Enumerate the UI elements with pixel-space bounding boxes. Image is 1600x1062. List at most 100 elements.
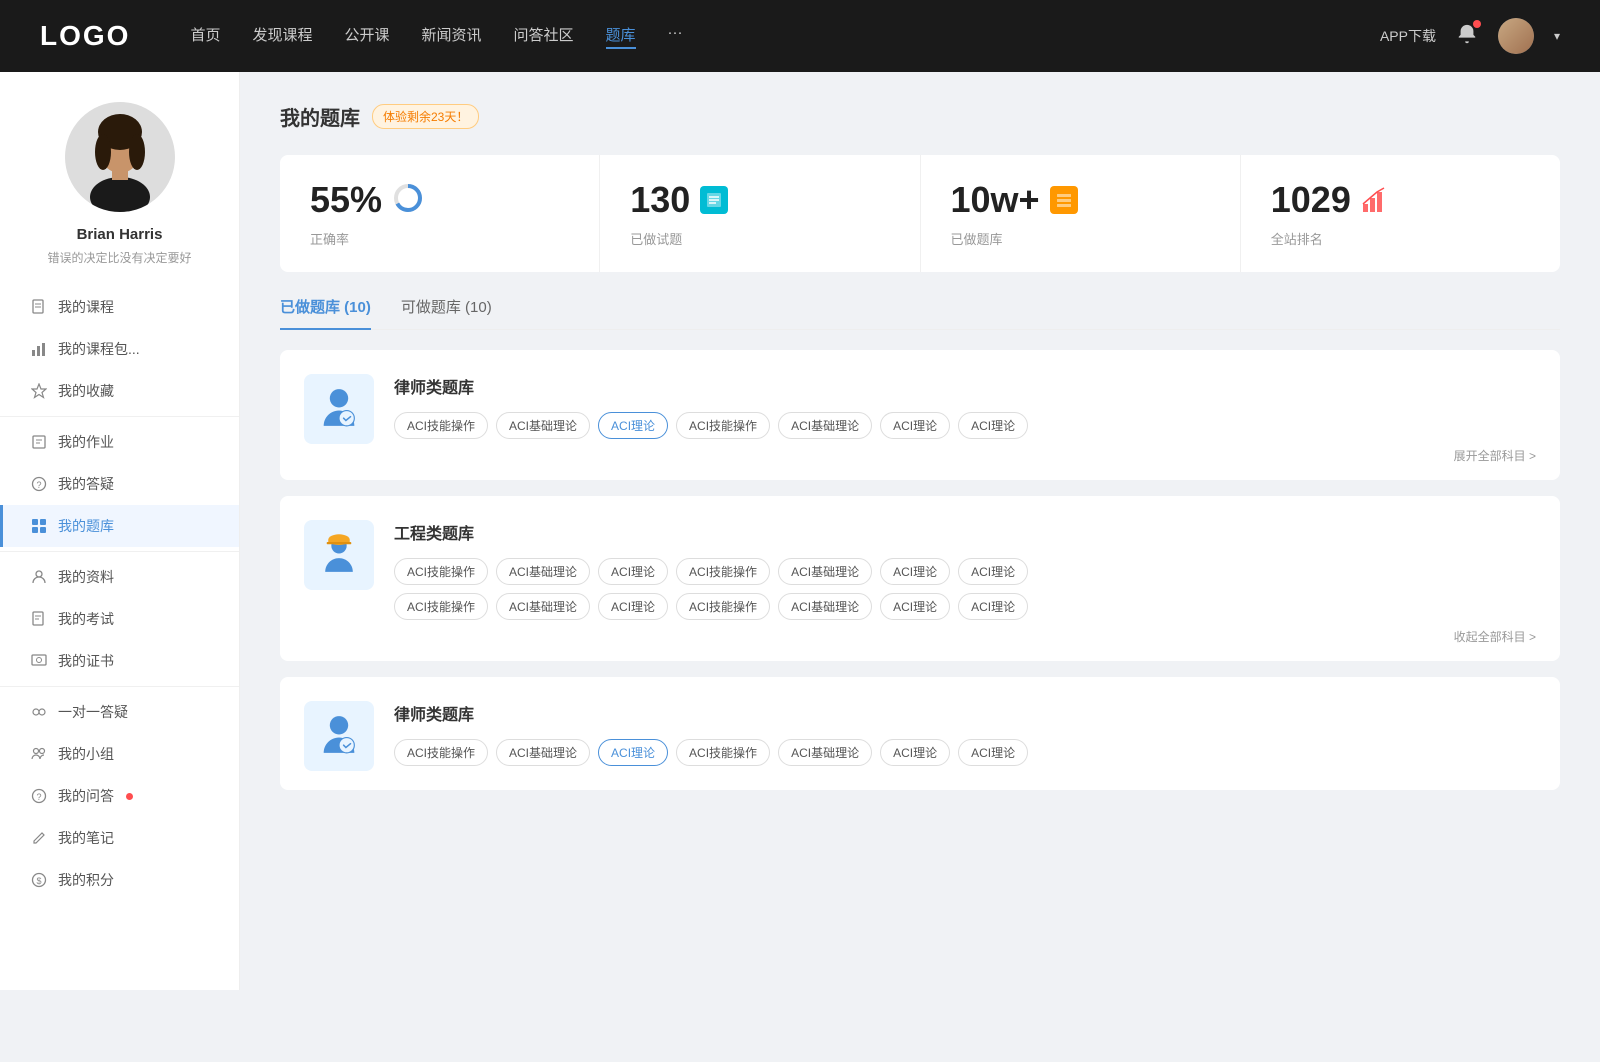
eng-tag2-1[interactable]: ACI技能操作 (394, 593, 488, 620)
avatar-portrait (65, 102, 175, 212)
donut-chart-icon (392, 182, 424, 219)
question-circle-icon: ? (30, 475, 48, 493)
navbar: LOGO 首页 发现课程 公开课 新闻资讯 问答社区 题库 ··· APP下载 … (0, 0, 1600, 72)
sidebar-label-myqa: 我的问答 (58, 786, 114, 806)
tab-available-banks[interactable]: 可做题库 (10) (401, 296, 492, 329)
eng-tag-5[interactable]: ACI基础理论 (778, 558, 872, 585)
sidebar-item-myqa[interactable]: ? 我的问答 (0, 775, 239, 817)
sidebar: Brian Harris 错误的决定比没有决定要好 我的课程 我的课程包... (0, 72, 240, 990)
nav-right: APP下载 ▾ (1380, 18, 1560, 54)
page-layout: Brian Harris 错误的决定比没有决定要好 我的课程 我的课程包... (0, 72, 1600, 990)
sidebar-item-1on1[interactable]: 一对一答疑 (0, 691, 239, 733)
sidebar-item-homework[interactable]: 我的作业 (0, 421, 239, 463)
sidebar-label-favorites: 我的收藏 (58, 381, 114, 401)
law2-tag-7[interactable]: ACI理论 (958, 739, 1028, 766)
sidebar-item-qbank[interactable]: 我的题库 (0, 505, 239, 547)
nav-news[interactable]: 新闻资讯 (422, 24, 482, 49)
sidebar-item-favorites[interactable]: 我的收藏 (0, 370, 239, 412)
person-icon (30, 568, 48, 586)
eng-tag2-5[interactable]: ACI基础理论 (778, 593, 872, 620)
law2-tag-1[interactable]: ACI技能操作 (394, 739, 488, 766)
sidebar-item-cert[interactable]: 我的证书 (0, 640, 239, 682)
sidebar-item-profile[interactable]: 我的资料 (0, 556, 239, 598)
stat-accuracy-top: 55% (310, 179, 569, 221)
file-icon (30, 298, 48, 316)
nav-home[interactable]: 首页 (190, 24, 220, 49)
nav-more[interactable]: ··· (668, 24, 683, 49)
lawyer-icon-2 (316, 713, 362, 759)
expand-link-engineer[interactable]: 收起全部科目 > (394, 628, 1536, 645)
law2-tag-5[interactable]: ACI基础理论 (778, 739, 872, 766)
qbank-title-engineer: 工程类题库 (394, 520, 1536, 544)
law2-tag-6[interactable]: ACI理论 (880, 739, 950, 766)
homework-icon (30, 433, 48, 451)
sidebar-label-cert: 我的证书 (58, 651, 114, 671)
logo: LOGO (40, 20, 130, 52)
eng-tag-6[interactable]: ACI理论 (880, 558, 950, 585)
nav-open-course[interactable]: 公开课 (344, 24, 389, 49)
eng-tag2-4[interactable]: ACI技能操作 (676, 593, 770, 620)
nav-qa[interactable]: 问答社区 (514, 24, 574, 49)
sidebar-item-course[interactable]: 我的课程 (0, 286, 239, 328)
eng-tag-2[interactable]: ACI基础理论 (496, 558, 590, 585)
stat-questions-value: 130 (630, 179, 690, 221)
law2-tag-2[interactable]: ACI基础理论 (496, 739, 590, 766)
sidebar-item-group[interactable]: 我的小组 (0, 733, 239, 775)
law2-tag-4[interactable]: ACI技能操作 (676, 739, 770, 766)
coin-icon: $ (30, 871, 48, 889)
avatar[interactable] (1498, 18, 1534, 54)
tab-done-banks[interactable]: 已做题库 (10) (280, 296, 371, 329)
tag-7[interactable]: ACI理论 (958, 412, 1028, 439)
stat-accuracy: 55% 正确率 (280, 155, 600, 272)
eng-tag2-2[interactable]: ACI基础理论 (496, 593, 590, 620)
expand-link-lawyer-1[interactable]: 展开全部科目 > (394, 447, 1536, 464)
chevron-down-icon[interactable]: ▾ (1554, 29, 1560, 43)
tag-1[interactable]: ACI技能操作 (394, 412, 488, 439)
sheet-icon (700, 186, 728, 214)
law2-tag-3-active[interactable]: ACI理论 (598, 739, 668, 766)
eng-tag2-3[interactable]: ACI理论 (598, 593, 668, 620)
stat-banks: 10w+ 已做题库 (921, 155, 1241, 272)
avatar-image (1498, 18, 1534, 54)
stat-rank-value: 1029 (1271, 179, 1351, 221)
star-icon (30, 382, 48, 400)
sidebar-item-exam[interactable]: 我的考试 (0, 598, 239, 640)
trial-badge: 体验剩余23天！ (372, 104, 479, 129)
sidebar-label-1on1: 一对一答疑 (58, 702, 128, 722)
tags-row-engineer-1: ACI技能操作 ACI基础理论 ACI理论 ACI技能操作 ACI基础理论 AC… (394, 558, 1536, 585)
qbank-body-lawyer-2: 律师类题库 ACI技能操作 ACI基础理论 ACI理论 ACI技能操作 ACI基… (394, 701, 1536, 774)
sidebar-item-notes[interactable]: 我的笔记 (0, 817, 239, 859)
eng-tag2-7[interactable]: ACI理论 (958, 593, 1028, 620)
sidebar-item-points[interactable]: $ 我的积分 (0, 859, 239, 901)
tag-6[interactable]: ACI理论 (880, 412, 950, 439)
svg-text:$: $ (36, 876, 41, 886)
page-title-row: 我的题库 体验剩余23天！ (280, 102, 1560, 131)
eng-tag-4[interactable]: ACI技能操作 (676, 558, 770, 585)
stat-questions-top: 130 (630, 179, 889, 221)
tag-5[interactable]: ACI基础理论 (778, 412, 872, 439)
stats-row: 55% 正确率 130 (280, 155, 1560, 272)
sidebar-item-coursepack[interactable]: 我的课程包... (0, 328, 239, 370)
sidebar-label-points: 我的积分 (58, 870, 114, 890)
cert-icon (30, 652, 48, 670)
myqa-badge (126, 793, 133, 800)
eng-tag-3[interactable]: ACI理论 (598, 558, 668, 585)
main-content: 我的题库 体验剩余23天！ 55% 正确率 (240, 72, 1600, 990)
qbank-title-lawyer-1: 律师类题库 (394, 374, 1536, 398)
notification-bell[interactable] (1456, 23, 1478, 50)
stat-accuracy-value: 55% (310, 179, 382, 221)
app-download-link[interactable]: APP下载 (1380, 26, 1436, 46)
nav-discover[interactable]: 发现课程 (252, 24, 312, 49)
tag-4[interactable]: ACI技能操作 (676, 412, 770, 439)
eng-tag-7[interactable]: ACI理论 (958, 558, 1028, 585)
eng-tag2-6[interactable]: ACI理论 (880, 593, 950, 620)
tag-3-active[interactable]: ACI理论 (598, 412, 668, 439)
eng-tag-1[interactable]: ACI技能操作 (394, 558, 488, 585)
sidebar-item-qa[interactable]: ? 我的答疑 (0, 463, 239, 505)
svg-text:?: ? (36, 792, 41, 802)
nav-qbank[interactable]: 题库 (606, 24, 636, 49)
bar-chart-icon (30, 340, 48, 358)
tag-2[interactable]: ACI基础理论 (496, 412, 590, 439)
group-icon (30, 745, 48, 763)
qbank-card-lawyer-2: 律师类题库 ACI技能操作 ACI基础理论 ACI理论 ACI技能操作 ACI基… (280, 677, 1560, 790)
